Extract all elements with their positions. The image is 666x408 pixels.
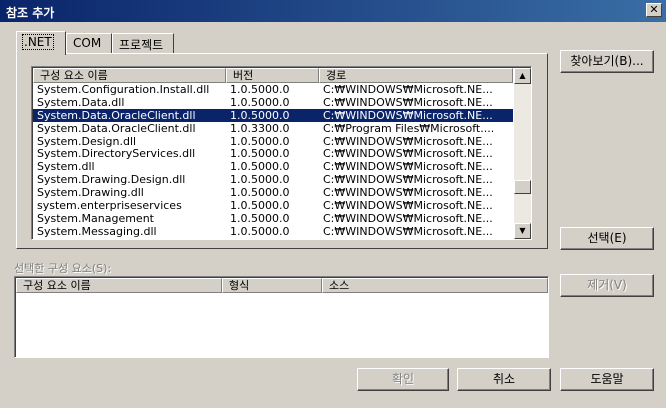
row-name: System.Data.OracleClient.dll bbox=[33, 108, 226, 122]
row-path: C:₩WINDOWS₩Microsoft.NE... bbox=[323, 224, 493, 238]
column-header-name[interactable]: 구성 요소 이름 bbox=[16, 278, 222, 293]
scroll-down-button[interactable]: ▼ bbox=[514, 223, 531, 239]
row-path: C:₩WINDOWS₩Microsoft.NE... bbox=[323, 199, 493, 212]
scroll-thumb[interactable] bbox=[514, 180, 531, 194]
window-title: 참조 추가 bbox=[6, 6, 55, 20]
table-row[interactable]: System.DirectoryServices.dll 1.0.5000.0 C:… bbox=[33, 147, 514, 161]
scroll-up-button[interactable]: ▲ bbox=[514, 68, 531, 84]
row-name: System.Drawing.Design.dll bbox=[37, 173, 186, 187]
row-name: System.Design.dll bbox=[37, 134, 137, 148]
column-header-source[interactable]: 소스 bbox=[322, 278, 548, 293]
row-name: System.Configuration.Install.dll bbox=[37, 83, 210, 96]
row-version: 1.0.5000.0 bbox=[226, 108, 319, 122]
row-version: 1.0.5000.0 bbox=[230, 134, 290, 148]
components-list-rows: System.Configuration.Install.dll 1.0.5000… bbox=[33, 83, 514, 238]
row-path: C:₩WINDOWS₩Microsoft.NE... bbox=[323, 173, 493, 187]
scroll-down-icon: ▼ bbox=[519, 226, 526, 235]
table-row[interactable]: System.Data.OracleClient.dll 1.0.3300.0 C:… bbox=[33, 122, 514, 135]
table-row[interactable]: System.dll 1.0.5000.0 C:₩WINDOWS₩Microsoft… bbox=[33, 160, 514, 173]
table-row[interactable]: System.Design.dll 1.0.5000.0 C:₩WINDOWS₩Mi… bbox=[33, 135, 514, 148]
row-path: C:₩WINDOWS₩Microsoft.NE... bbox=[319, 108, 513, 122]
row-version: 1.0.5000.0 bbox=[230, 211, 290, 225]
table-row[interactable]: System.Drawing.Design.dll 1.0.5000.0 C:₩WI… bbox=[33, 173, 514, 186]
selected-components-label: 선택한 구성 요소(S): bbox=[14, 262, 112, 275]
row-name: System.Data.dll bbox=[37, 95, 125, 109]
row-path: C:₩Program Files₩Microsoft.... bbox=[323, 121, 495, 135]
table-row[interactable]: System.Data.OracleClient.dll 1.0.5000.0 C:… bbox=[33, 108, 514, 122]
components-list[interactable]: 구성 요소 이름 버전 경로 System.Configuration.Inst… bbox=[31, 66, 532, 240]
row-name: System.Messaging.dll bbox=[37, 224, 157, 238]
row-version: 1.0.5000.0 bbox=[230, 199, 290, 212]
table-row[interactable]: System.Configuration.Install.dll 1.0.5000… bbox=[33, 83, 514, 96]
tab-label: COM bbox=[73, 36, 102, 50]
row-path: C:₩WINDOWS₩Microsoft.NE... bbox=[323, 186, 493, 200]
row-version: 1.0.5000.0 bbox=[230, 95, 290, 109]
help-button[interactable]: 도움말 bbox=[560, 368, 654, 391]
row-version: 1.0.5000.0 bbox=[230, 186, 290, 200]
row-version: 1.0.3300.0 bbox=[230, 121, 290, 135]
tab-com[interactable]: COM bbox=[66, 33, 112, 53]
row-name: System.Management bbox=[37, 211, 154, 225]
table-row[interactable]: System.Management 1.0.5000.0 C:₩WINDOWS₩Mi… bbox=[33, 212, 514, 225]
row-path: C:₩WINDOWS₩Microsoft.NE... bbox=[323, 83, 493, 96]
ok-button[interactable]: 확인 bbox=[357, 368, 449, 391]
row-name: System.DirectoryServices.dll bbox=[37, 147, 196, 161]
row-version: 1.0.5000.0 bbox=[230, 147, 290, 161]
scroll-up-icon: ▲ bbox=[519, 71, 526, 80]
row-name: system.enterpriseservices bbox=[37, 199, 182, 212]
row-path: C:₩WINDOWS₩Microsoft.NE... bbox=[323, 95, 493, 109]
column-header-type[interactable]: 형식 bbox=[222, 278, 322, 293]
selected-components-list-inner: 구성 요소 이름 형식 소스 bbox=[15, 277, 548, 357]
add-reference-dialog: 참조 추가 ✕ .NET COM 프로젝트 구성 요소 이름 버전 경로 Sys… bbox=[0, 0, 666, 408]
title-bar: 참조 추가 ✕ bbox=[0, 0, 666, 22]
row-version: 1.0.5000.0 bbox=[230, 224, 290, 238]
components-vertical-scrollbar[interactable]: ▲ ▼ bbox=[514, 68, 531, 239]
row-version: 1.0.5000.0 bbox=[230, 160, 290, 174]
row-name: System.Data.OracleClient.dll bbox=[37, 121, 196, 135]
row-path: C:₩WINDOWS₩Microsoft.NE... bbox=[323, 134, 493, 148]
remove-button[interactable]: 제거(V) bbox=[560, 274, 654, 297]
tab-dotnet[interactable]: .NET bbox=[16, 31, 66, 55]
close-icon: ✕ bbox=[649, 3, 659, 16]
tab-label: .NET bbox=[22, 34, 54, 50]
table-row[interactable]: System.Messaging.dll 1.0.5000.0 C:₩WINDOWS… bbox=[33, 225, 514, 238]
row-name: System.dll bbox=[37, 160, 95, 174]
row-path: C:₩WINDOWS₩Microsoft.NE... bbox=[323, 160, 493, 174]
table-row[interactable]: system.enterpriseservices 1.0.5000.0 C:₩WI… bbox=[33, 199, 514, 212]
select-button[interactable]: 선택(E) bbox=[560, 227, 654, 250]
row-version: 1.0.5000.0 bbox=[230, 83, 290, 96]
close-button[interactable]: ✕ bbox=[646, 3, 662, 17]
selected-list-header: 구성 요소 이름 형식 소스 bbox=[16, 278, 548, 293]
tab-project[interactable]: 프로젝트 bbox=[112, 33, 174, 53]
cancel-button[interactable]: 취소 bbox=[457, 368, 551, 391]
tab-label: 프로젝트 bbox=[119, 38, 164, 52]
table-row[interactable]: System.Drawing.dll 1.0.5000.0 C:₩WINDOWS₩M… bbox=[33, 186, 514, 199]
components-list-header: 구성 요소 이름 버전 경로 bbox=[33, 68, 513, 83]
column-header-name[interactable]: 구성 요소 이름 bbox=[33, 68, 226, 83]
row-version: 1.0.5000.0 bbox=[230, 173, 290, 187]
row-path: C:₩WINDOWS₩Microsoft.NE... bbox=[323, 147, 493, 161]
table-row[interactable]: System.Data.dll 1.0.5000.0 C:₩WINDOWS₩Micr… bbox=[33, 96, 514, 109]
components-list-inner: 구성 요소 이름 버전 경로 System.Configuration.Inst… bbox=[32, 67, 531, 239]
column-header-version[interactable]: 버전 bbox=[226, 68, 319, 83]
column-header-path[interactable]: 경로 bbox=[319, 68, 513, 83]
browse-button[interactable]: 찾아보기(B)... bbox=[560, 50, 654, 73]
row-path: C:₩WINDOWS₩Microsoft.NE... bbox=[323, 211, 493, 225]
row-name: System.Drawing.dll bbox=[37, 186, 144, 200]
selected-components-list[interactable]: 구성 요소 이름 형식 소스 bbox=[14, 276, 549, 358]
